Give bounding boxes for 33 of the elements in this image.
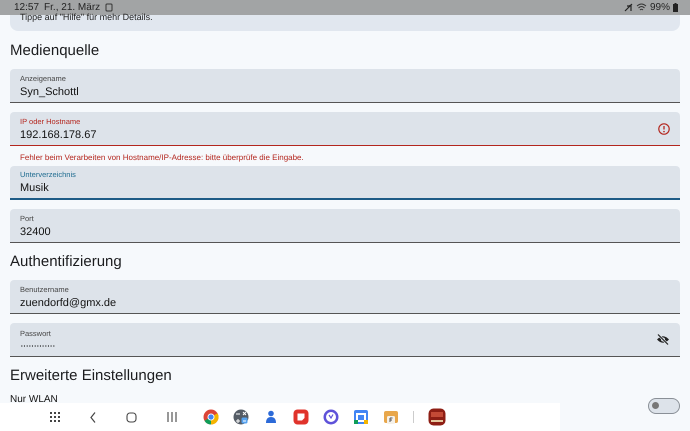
hint-text: Tippe auf "Hilfe" für mehr Details.	[20, 13, 153, 22]
battery-icon	[673, 3, 678, 12]
recents-icon[interactable]	[167, 412, 177, 422]
notification-icon	[105, 3, 114, 12]
calculator-icon[interactable]	[233, 409, 249, 425]
switch-label: Nur WLAN	[10, 394, 58, 405]
field-value: ·············	[20, 340, 55, 350]
section-heading: Authentifizierung	[10, 252, 123, 272]
clock-icon[interactable]	[323, 409, 339, 425]
wifi-icon	[636, 3, 647, 12]
chrome-icon[interactable]	[203, 409, 219, 425]
field-value: 32400	[20, 226, 51, 238]
calendar-icon[interactable]	[353, 409, 369, 425]
back-icon[interactable]	[90, 412, 96, 422]
clock-time: 12:57	[14, 2, 40, 13]
folder-icon[interactable]	[383, 409, 399, 425]
field-value: zuendorfd@gmx.de	[20, 296, 116, 308]
error-message: Fehler beim Verarbeiten von Hostname/IP-Adresse: bitte überprüfe die Eingabe.	[19, 152, 305, 164]
section-heading: Medienquelle	[10, 41, 100, 61]
date: Fr., 21. März	[44, 2, 100, 13]
home-icon[interactable]	[126, 412, 137, 422]
field-value: 192.168.178.67	[20, 128, 96, 140]
game-icon[interactable]	[428, 408, 446, 426]
battery-percentage: 99%	[650, 2, 670, 13]
error-icon	[658, 122, 670, 134]
person-icon[interactable]	[263, 409, 279, 425]
eye-off-icon[interactable]	[656, 334, 670, 345]
app-grid-icon[interactable]	[50, 412, 60, 422]
note-icon[interactable]	[293, 409, 309, 425]
field-value: Syn_Schottl	[20, 86, 79, 98]
field-value: Musik	[20, 182, 50, 194]
toggle-switch[interactable]	[648, 398, 680, 414]
section-heading: Erweiterte Einstellungen	[10, 366, 173, 386]
